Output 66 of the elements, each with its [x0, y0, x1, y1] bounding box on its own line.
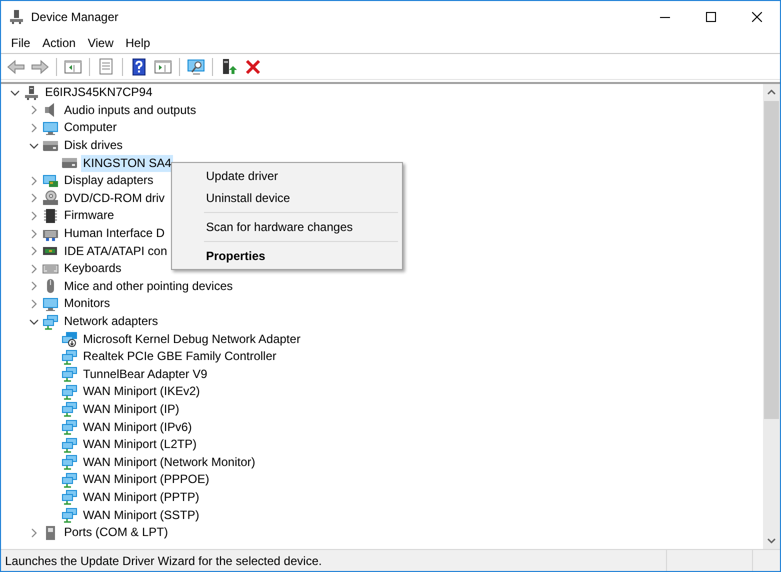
menu-option[interactable]: Scan for hardware changes: [174, 216, 400, 238]
menu-item[interactable]: File: [5, 32, 36, 52]
console-tree-icon[interactable]: [64, 58, 82, 76]
tree-item[interactable]: WAN Miniport (L2TP): [81, 436, 199, 454]
network-icon: [61, 507, 78, 524]
menu-item[interactable]: Help: [120, 32, 156, 52]
tree-item[interactable]: Keyboards: [62, 260, 124, 278]
tree-item[interactable]: E6IRJS45KN7CP94: [43, 84, 154, 102]
tree-item[interactable]: Display adapters: [62, 172, 156, 190]
network-icon: [61, 419, 78, 436]
tree-item[interactable]: WAN Miniport (PPTP): [81, 488, 202, 506]
maximize-icon[interactable]: [706, 12, 716, 22]
network-icon: [61, 489, 78, 506]
app-icon: [8, 8, 24, 24]
tree-item[interactable]: Disk drives: [62, 137, 125, 154]
network-adapter-icon: [61, 331, 78, 348]
monitor-icon: [42, 296, 59, 312]
scan-monitor-icon[interactable]: [187, 58, 205, 76]
disc-drive-icon: [42, 190, 59, 206]
tree-item[interactable]: WAN Miniport (IKEv2): [81, 383, 202, 400]
tree-item[interactable]: WAN Miniport (SSTP): [81, 506, 202, 524]
computer-icon: [23, 84, 40, 101]
scrollbar[interactable]: [763, 84, 780, 549]
network-icon: [61, 401, 78, 418]
tree-item[interactable]: Microsoft Kernel Debug Network Adapter: [81, 330, 302, 348]
menu-item[interactable]: Action: [36, 32, 82, 52]
help-icon[interactable]: [130, 58, 148, 76]
tree-item[interactable]: Audio inputs and outputs: [62, 102, 198, 119]
network-icon: [61, 436, 78, 453]
tree-item[interactable]: Human Interface D: [62, 225, 167, 242]
tree-item[interactable]: Mice and other pointing devices: [62, 278, 235, 295]
tree-item[interactable]: WAN Miniport (Network Monitor): [81, 454, 258, 471]
monitor-icon: [42, 120, 59, 136]
network-icon: [42, 314, 59, 330]
tree-item[interactable]: Network adapters: [62, 313, 160, 330]
window-title: Device Manager: [31, 8, 118, 26]
network-icon: [61, 472, 78, 488]
tree-item[interactable]: Monitors: [62, 295, 112, 312]
tree-item[interactable]: TunnelBear Adapter V9: [81, 366, 210, 383]
menu-option[interactable]: Uninstall device: [174, 187, 400, 209]
action-pane-icon[interactable]: [154, 58, 172, 76]
tree-item[interactable]: Realtek PCIe GBE Family Controller: [81, 348, 278, 366]
tree-item[interactable]: DVD/CD-ROM driv: [62, 190, 167, 207]
menu-option[interactable]: Properties: [174, 245, 400, 267]
delete-icon[interactable]: [244, 58, 262, 76]
tree-item[interactable]: KINGSTON SA4: [81, 154, 174, 172]
display-adapter-icon: [42, 172, 59, 189]
tree-item[interactable]: WAN Miniport (IPv6): [81, 418, 194, 436]
tree-item[interactable]: WAN Miniport (IP): [81, 400, 182, 418]
chip-icon: [42, 208, 59, 224]
scroll-thumb[interactable]: [764, 101, 779, 419]
properties-sheet-icon[interactable]: [97, 58, 115, 76]
network-icon: [61, 366, 78, 382]
menu-option[interactable]: Update driver: [174, 165, 400, 187]
network-icon: [61, 454, 78, 470]
tree-item[interactable]: IDE ATA/ATAPI con: [62, 242, 170, 260]
close-icon[interactable]: [752, 12, 762, 22]
update-driver-icon[interactable]: [220, 58, 238, 76]
network-icon: [61, 384, 78, 400]
tree-item[interactable]: WAN Miniport (PPPOE): [81, 471, 212, 488]
tree-item[interactable]: Ports (COM & LPT): [62, 524, 170, 542]
menu-item[interactable]: View: [82, 32, 120, 52]
tree-item[interactable]: Computer: [62, 119, 119, 136]
tree-item[interactable]: Firmware: [62, 207, 116, 224]
status-text: Launches the Update Driver Wizard for the selected device.: [4, 552, 323, 570]
network-icon: [61, 348, 78, 365]
